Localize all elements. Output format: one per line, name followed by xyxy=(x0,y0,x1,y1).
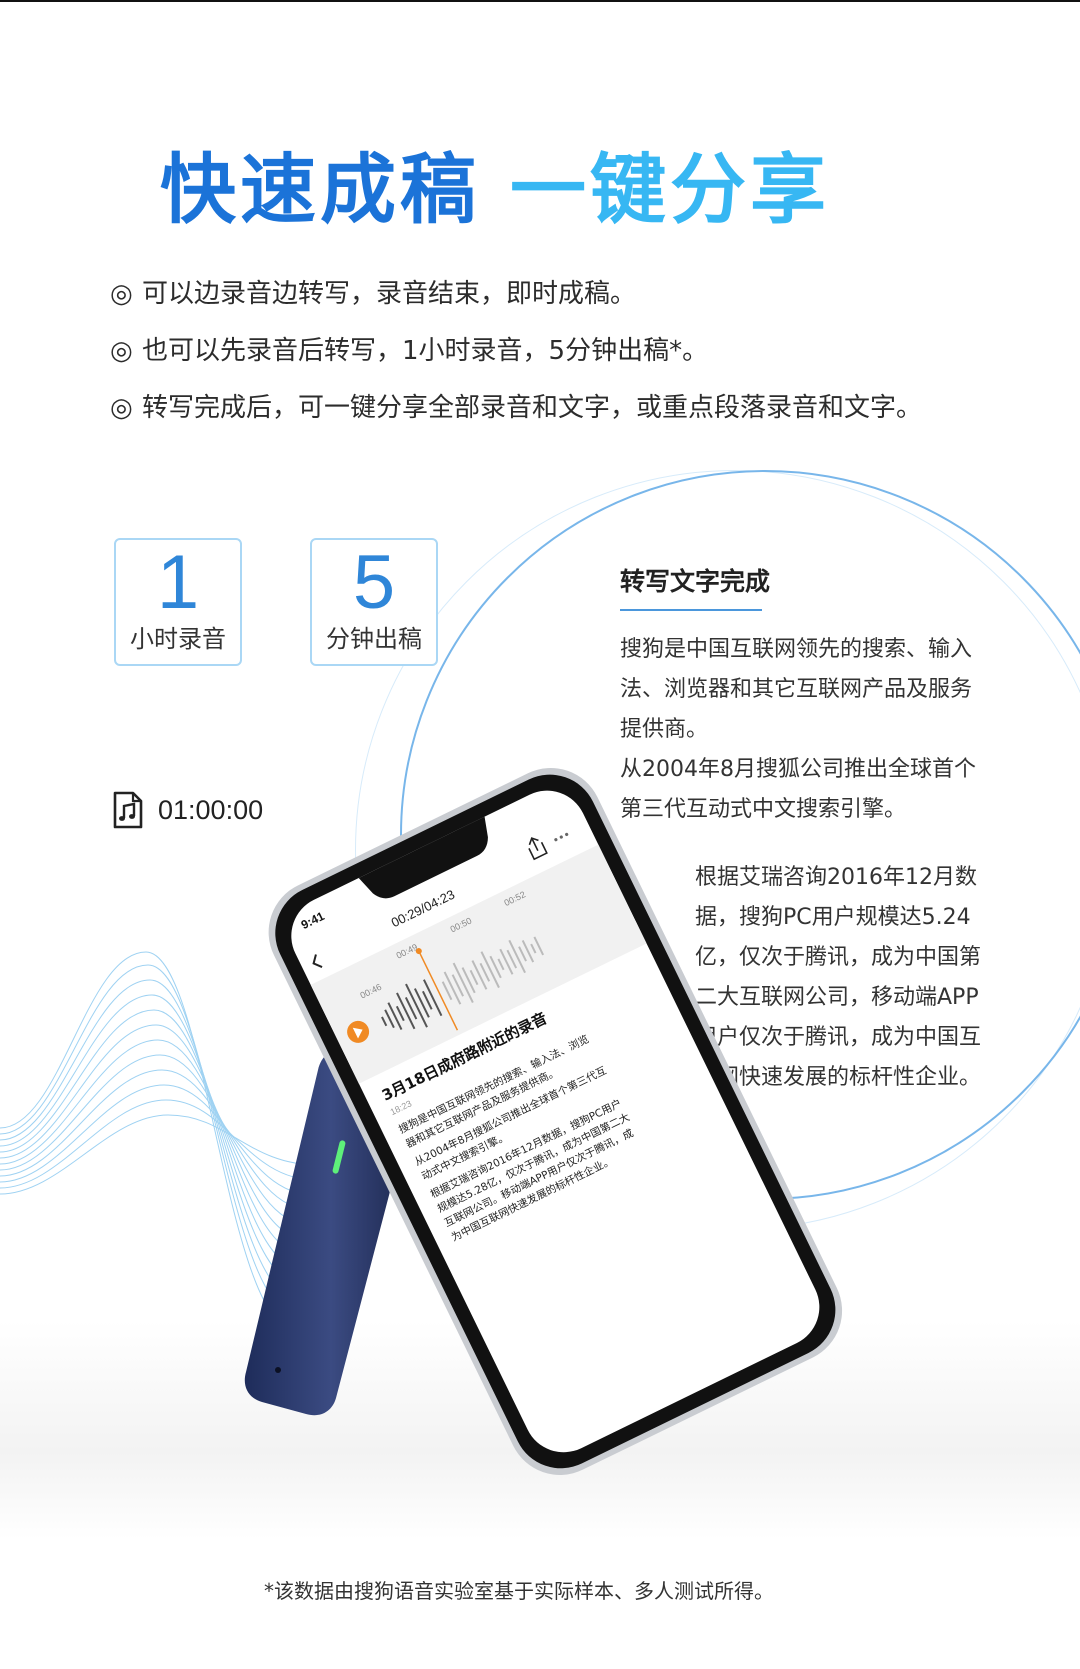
footnote: *该数据由搜狗语音实验室基于实际样本、多人测试所得。 xyxy=(264,1579,774,1603)
smartphone: 9:41 00:29/04:23 00:49 00:50 00:52 00:46 xyxy=(268,767,843,1475)
